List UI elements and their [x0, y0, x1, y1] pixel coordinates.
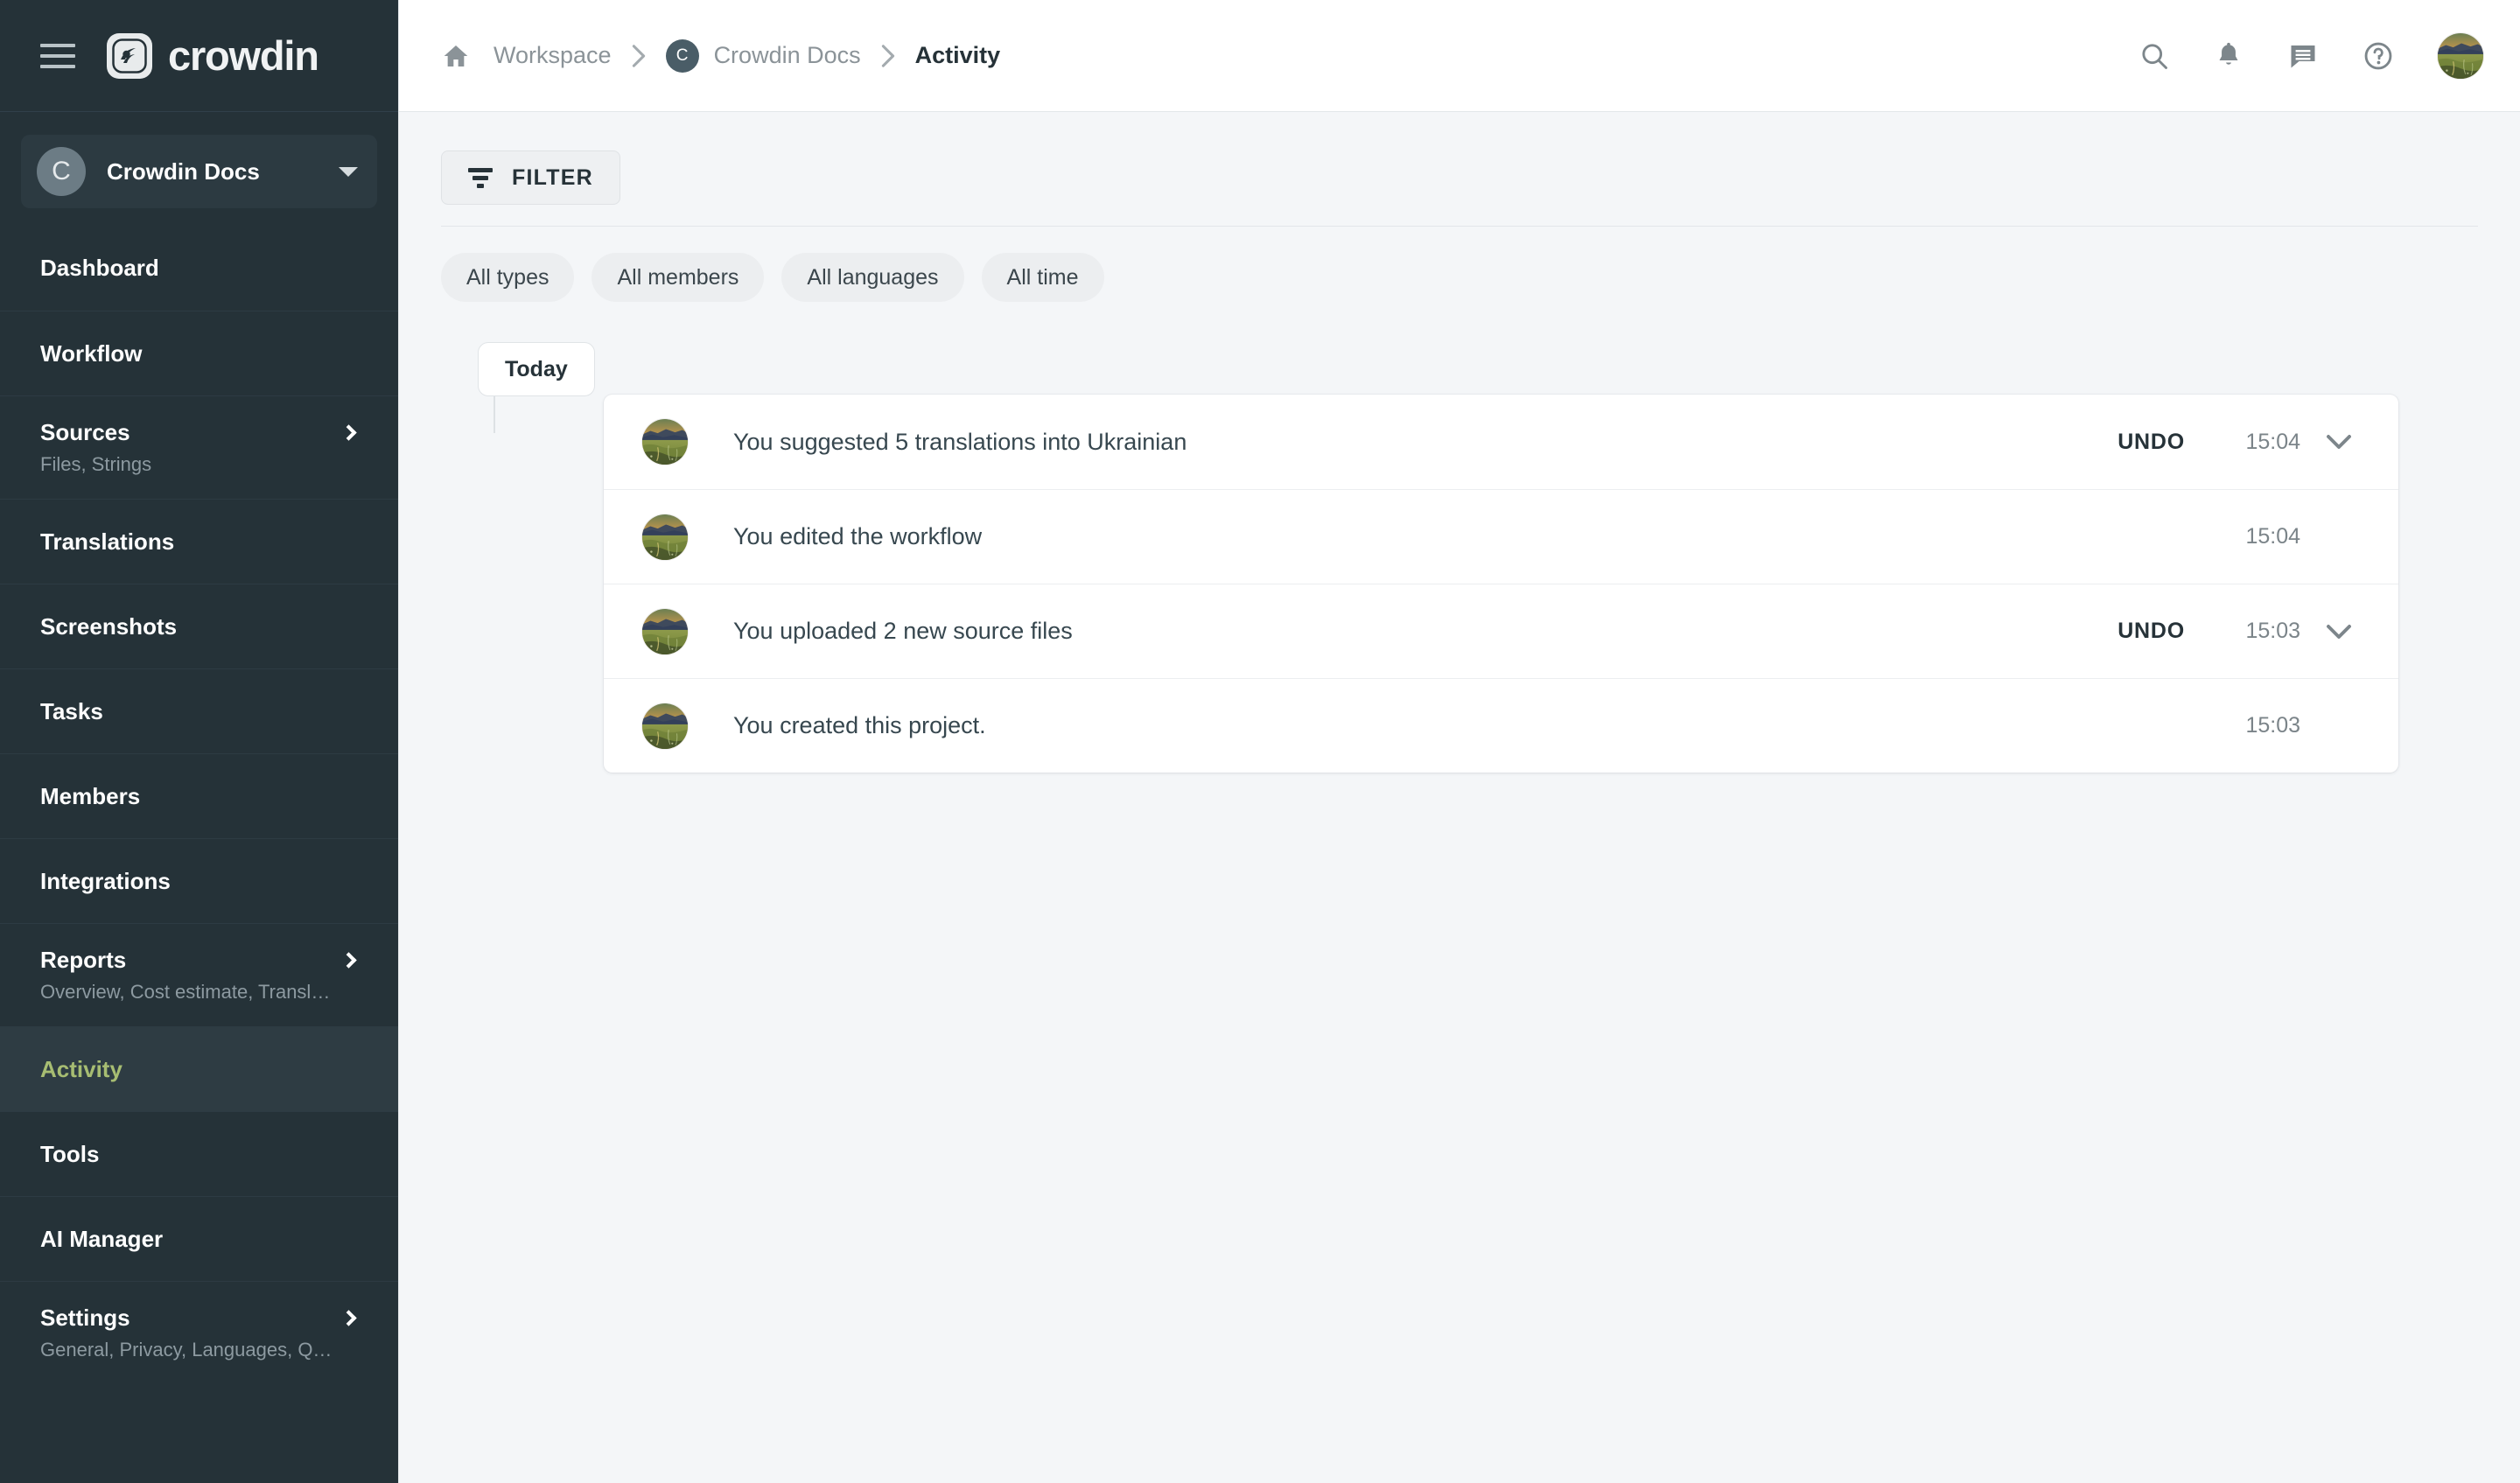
avatar	[642, 514, 688, 560]
chevron-right-icon	[340, 952, 356, 968]
crowdin-logo-icon	[107, 33, 152, 79]
home-icon[interactable]	[441, 42, 471, 70]
app-root: crowdin C Crowdin Docs Dashboard Workflo…	[0, 0, 2520, 1483]
activity-text: You suggested 5 translations into Ukrain…	[733, 429, 2118, 456]
chevron-right-icon	[880, 44, 896, 68]
sidebar: crowdin C Crowdin Docs Dashboard Workflo…	[0, 0, 399, 1483]
avatar	[642, 609, 688, 654]
sidebar-item-settings[interactable]: Settings General, Privacy, Languages, Q…	[0, 1281, 398, 1384]
filter-chip-languages[interactable]: All languages	[781, 253, 963, 302]
filter-chip-members[interactable]: All members	[592, 253, 764, 302]
breadcrumb-project[interactable]: C Crowdin Docs	[666, 39, 861, 73]
activity-timeline: Today You suggested 5 translations into …	[441, 342, 2478, 773]
avatar	[642, 419, 688, 465]
hamburger-menu-icon[interactable]	[40, 44, 75, 68]
activity-text: You uploaded 2 new source files	[733, 618, 2118, 645]
sidebar-item-label: Reports	[40, 947, 126, 974]
sidebar-item-label: Sources	[40, 419, 130, 446]
crowdin-logo[interactable]: crowdin	[107, 31, 318, 80]
filter-button-label: FILTER	[512, 165, 593, 191]
sidebar-item-label: Tools	[40, 1141, 99, 1168]
activity-time: 15:03	[2220, 619, 2300, 644]
avatar	[642, 703, 688, 749]
main-area: Workspace C Crowdin Docs Activity	[399, 0, 2520, 1483]
sidebar-item-label: Dashboard	[40, 255, 159, 282]
activity-text: You edited the workflow	[733, 523, 2185, 550]
breadcrumb-project-avatar: C	[666, 39, 699, 73]
activity-time: 15:04	[2220, 524, 2300, 549]
activity-row[interactable]: You uploaded 2 new source files UNDO 15:…	[604, 584, 2398, 678]
chevron-right-icon	[631, 44, 647, 68]
breadcrumb: Workspace C Crowdin Docs Activity	[441, 39, 2138, 73]
sidebar-header: crowdin	[0, 0, 398, 112]
activity-text: You created this project.	[733, 712, 2185, 739]
sidebar-item-sublabel: General, Privacy, Languages, Q…	[40, 1339, 358, 1361]
chevron-right-icon	[340, 1310, 356, 1326]
filter-chip-time[interactable]: All time	[982, 253, 1104, 302]
project-name: Crowdin Docs	[107, 158, 339, 185]
sidebar-item-screenshots[interactable]: Screenshots	[0, 584, 398, 668]
chat-icon[interactable]	[2287, 41, 2319, 71]
caret-down-icon[interactable]	[339, 167, 358, 177]
sidebar-item-label: Activity	[40, 1056, 122, 1083]
filter-button[interactable]: FILTER	[441, 150, 620, 205]
activity-row[interactable]: You edited the workflow 15:04	[604, 489, 2398, 584]
sidebar-item-sources[interactable]: Sources Files, Strings	[0, 395, 398, 499]
sidebar-item-translations[interactable]: Translations	[0, 499, 398, 584]
sidebar-item-reports[interactable]: Reports Overview, Cost estimate, Transl…	[0, 923, 398, 1026]
sidebar-item-tasks[interactable]: Tasks	[0, 668, 398, 753]
chevron-right-icon	[340, 424, 356, 440]
search-icon[interactable]	[2138, 40, 2170, 72]
sidebar-item-label: Members	[40, 783, 140, 810]
topbar: Workspace C Crowdin Docs Activity	[399, 0, 2520, 112]
activity-time: 15:03	[2220, 713, 2300, 738]
funnel-icon	[468, 168, 493, 188]
sidebar-item-ai-manager[interactable]: AI Manager	[0, 1196, 398, 1281]
breadcrumb-project-label: Crowdin Docs	[714, 42, 861, 69]
sidebar-item-label: Integrations	[40, 868, 171, 895]
project-avatar: C	[37, 147, 86, 196]
sidebar-item-integrations[interactable]: Integrations	[0, 838, 398, 923]
help-icon[interactable]	[2362, 40, 2394, 72]
sidebar-item-workflow[interactable]: Workflow	[0, 311, 398, 395]
sidebar-item-tools[interactable]: Tools	[0, 1111, 398, 1196]
activity-day-badge: Today	[478, 342, 595, 396]
activity-row[interactable]: You suggested 5 translations into Ukrain…	[604, 395, 2398, 489]
sidebar-item-activity[interactable]: Activity	[0, 1026, 398, 1111]
sidebar-item-label: AI Manager	[40, 1226, 163, 1253]
sidebar-item-dashboard[interactable]: Dashboard	[0, 226, 398, 311]
undo-button[interactable]: UNDO	[2118, 430, 2185, 455]
crowdin-logo-text: crowdin	[168, 31, 318, 80]
sidebar-nav: Dashboard Workflow Sources Files, String…	[0, 226, 398, 1483]
sidebar-item-label: Workflow	[40, 340, 143, 367]
filter-chips: All types All members All languages All …	[441, 227, 2478, 302]
sidebar-item-sublabel: Overview, Cost estimate, Transl…	[40, 981, 358, 1004]
chevron-down-icon[interactable]	[2320, 624, 2358, 640]
breadcrumb-current: Activity	[915, 42, 1001, 69]
sidebar-item-sublabel: Files, Strings	[40, 453, 358, 476]
bell-icon[interactable]	[2214, 40, 2244, 72]
undo-button[interactable]: UNDO	[2118, 619, 2185, 644]
sidebar-item-label: Translations	[40, 528, 174, 556]
breadcrumb-workspace[interactable]: Workspace	[494, 42, 612, 69]
sidebar-item-label: Settings	[40, 1305, 130, 1332]
page-content: FILTER All types All members All languag…	[399, 112, 2520, 1483]
activity-time: 15:04	[2220, 430, 2300, 455]
filter-chip-types[interactable]: All types	[441, 253, 574, 302]
user-avatar[interactable]	[2438, 33, 2483, 79]
project-switcher[interactable]: C Crowdin Docs	[21, 135, 377, 208]
activity-card: You suggested 5 translations into Ukrain…	[604, 395, 2398, 773]
timeline-connector	[494, 396, 495, 433]
sidebar-item-label: Screenshots	[40, 613, 177, 640]
sidebar-item-label: Tasks	[40, 698, 103, 725]
topbar-actions	[2138, 33, 2483, 79]
activity-row[interactable]: You created this project. 15:03	[604, 678, 2398, 773]
sidebar-item-members[interactable]: Members	[0, 753, 398, 838]
chevron-down-icon[interactable]	[2320, 434, 2358, 450]
